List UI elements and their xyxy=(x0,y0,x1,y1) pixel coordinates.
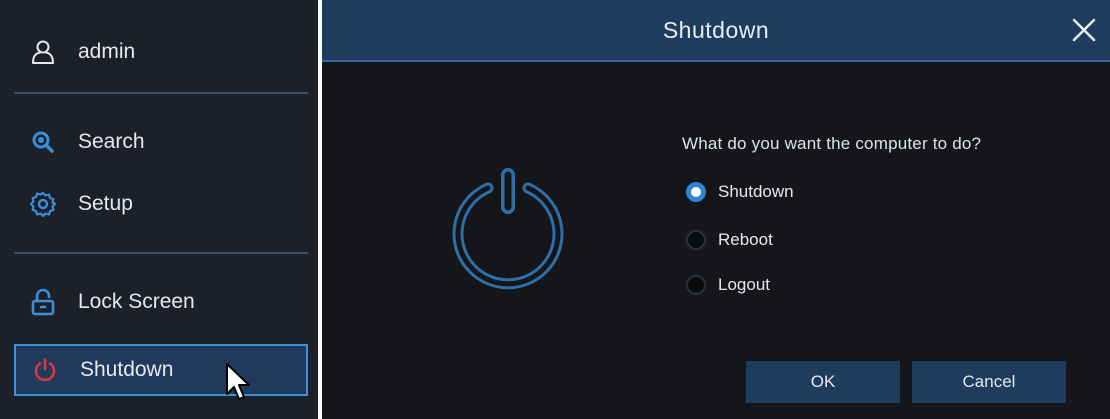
gear-icon xyxy=(28,189,58,219)
menu-item-shutdown[interactable]: Shutdown xyxy=(14,344,308,396)
side-menu: admin Search Setup Lock Screen Shutdown xyxy=(0,0,318,419)
menu-item-search[interactable]: Search xyxy=(14,118,308,166)
mouse-cursor-icon xyxy=(226,363,250,400)
search-icon xyxy=(28,127,58,157)
user-icon xyxy=(28,37,58,67)
menu-item-setup[interactable]: Setup xyxy=(14,180,308,228)
menu-item-label: Search xyxy=(78,130,145,153)
cancel-button[interactable]: Cancel xyxy=(912,361,1066,403)
menu-item-user[interactable]: admin xyxy=(14,28,308,76)
menu-item-lock-screen[interactable]: Lock Screen xyxy=(14,278,308,326)
menu-item-label: Setup xyxy=(78,192,133,215)
radio-button[interactable] xyxy=(686,230,706,250)
menu-divider xyxy=(14,92,308,94)
option-label: Reboot xyxy=(718,230,773,249)
ok-button[interactable]: OK xyxy=(746,361,900,403)
close-button[interactable] xyxy=(1068,14,1100,46)
close-icon xyxy=(1072,18,1096,42)
dialog-title: Shutdown xyxy=(662,16,770,43)
power-icon xyxy=(30,355,60,385)
option-logout[interactable]: Logout xyxy=(686,272,770,298)
radio-button[interactable] xyxy=(686,275,706,295)
option-label: Shutdown xyxy=(718,182,794,201)
option-reboot[interactable]: Reboot xyxy=(686,227,773,253)
radio-button-checked[interactable] xyxy=(686,182,706,202)
menu-divider xyxy=(14,252,308,254)
option-label: Logout xyxy=(718,275,770,294)
shutdown-dialog: Shutdown What do you want the computer t… xyxy=(322,0,1110,419)
dialog-titlebar: Shutdown xyxy=(322,0,1110,62)
menu-item-label: Shutdown xyxy=(80,358,174,381)
lock-icon xyxy=(28,287,58,317)
menu-item-label: admin xyxy=(78,40,136,63)
menu-item-label: Lock Screen xyxy=(78,290,195,313)
dialog-question: What do you want the computer to do? xyxy=(682,134,982,153)
option-shutdown[interactable]: Shutdown xyxy=(686,179,794,205)
screen: admin Search Setup Lock Screen Shutdown … xyxy=(0,0,1110,419)
power-icon xyxy=(452,168,564,290)
